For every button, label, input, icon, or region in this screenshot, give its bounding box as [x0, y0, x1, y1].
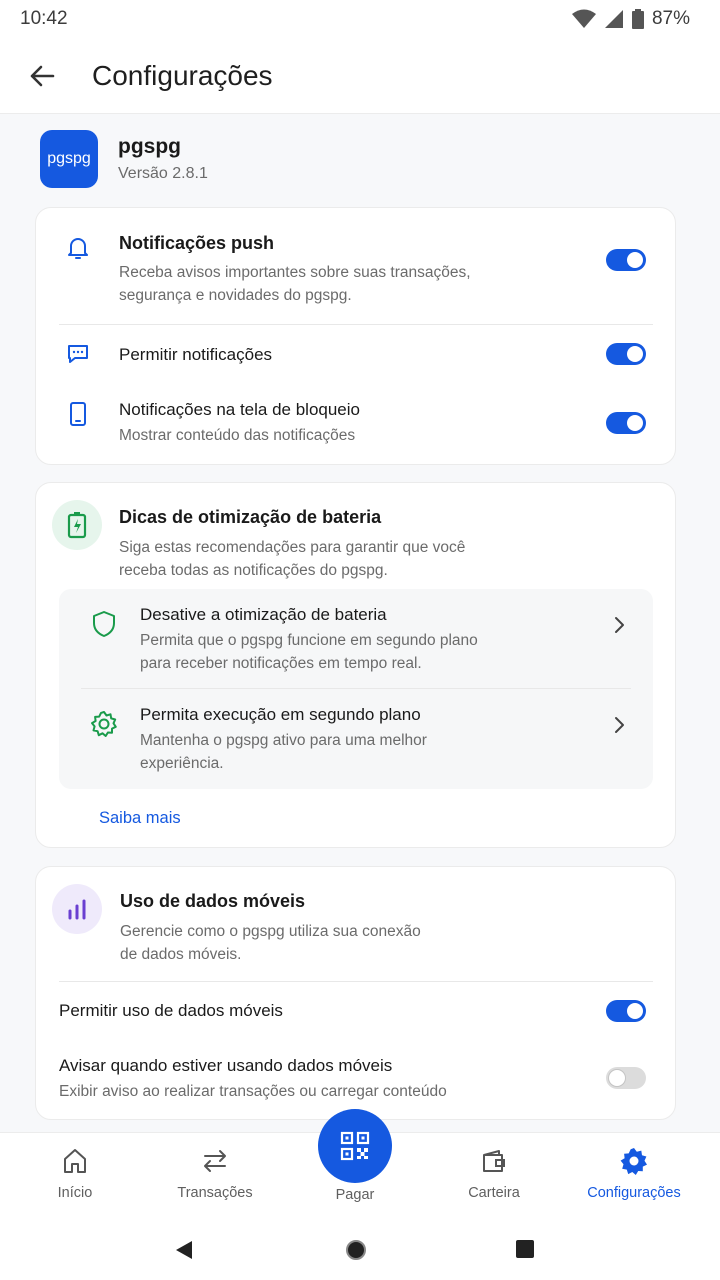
status-icons: 87% — [571, 8, 690, 30]
status-time: 10:42 — [20, 8, 68, 29]
mobile-data-title: Uso de dados móveis — [120, 891, 306, 911]
bar-chart-icon — [68, 899, 86, 920]
recents-square-icon[interactable] — [515, 1239, 535, 1259]
gear-icon — [89, 709, 119, 739]
divider — [59, 324, 653, 325]
wallet-icon — [483, 1150, 505, 1172]
tip-disable-optimization[interactable]: Desative a otimização de bateria Permita… — [59, 589, 653, 688]
back-button[interactable] — [12, 46, 72, 106]
notifications-card: Notificações push Receba avisos importan… — [35, 207, 676, 465]
learn-more-link[interactable]: Saiba mais — [99, 809, 181, 828]
lockscreen-notifications-title: Notificações na tela de bloqueio — [119, 400, 360, 419]
status-bar: 10:42 87% — [0, 0, 720, 38]
transfer-icon — [204, 1150, 226, 1172]
app-name: pgspg — [118, 135, 181, 158]
pay-button[interactable] — [318, 1109, 392, 1183]
mobile-data-warning-desc: Exibir aviso ao realizar transações ou c… — [59, 1083, 447, 1100]
battery-icon-badge — [52, 500, 102, 550]
gear-icon — [620, 1148, 647, 1175]
battery-charging-icon — [67, 512, 87, 539]
tip-title: Permita execução em segundo plano — [140, 705, 421, 724]
settings-content[interactable]: pgspg pgspg Versão 2.8.1 Notificações pu… — [0, 114, 720, 1132]
battery-tips-desc: Siga estas recomendações para garantir q… — [119, 539, 466, 579]
tip-background-execution[interactable]: Permita execução em segundo plano Manten… — [59, 689, 653, 789]
nav-label: Transações — [177, 1185, 253, 1201]
nav-label: Pagar — [335, 1187, 375, 1203]
mobile-data-desc: Gerencie como o pgspg utiliza sua conexã… — [120, 923, 421, 963]
chat-icon — [64, 340, 92, 368]
push-notifications-desc: Receba avisos importantes sobre suas tra… — [119, 264, 471, 304]
allow-notifications-title: Permitir notificações — [119, 345, 273, 364]
nav-home[interactable]: Início — [15, 1147, 135, 1201]
home-icon — [64, 1149, 86, 1173]
data-icon-badge — [52, 884, 102, 934]
tip-desc: Mantenha o pgspg ativo para uma melhor e… — [140, 732, 427, 772]
nav-label: Configurações — [587, 1185, 681, 1201]
mobile-data-warning-toggle[interactable] — [606, 1067, 646, 1089]
battery-level: 87% — [651, 8, 690, 29]
cell-signal-icon — [604, 10, 623, 28]
mobile-data-card: Uso de dados móveis Gerencie como o pgsp… — [35, 866, 676, 1120]
battery-tips-title: Dicas de otimização de bateria — [119, 507, 382, 527]
lockscreen-notifications-desc: Mostrar conteúdo das notificações — [119, 427, 356, 444]
phone-icon — [64, 400, 92, 428]
nav-settings[interactable]: Configurações — [574, 1147, 694, 1201]
mobile-data-warning-title: Avisar quando estiver usando dados móvei… — [59, 1056, 393, 1075]
divider — [59, 981, 653, 982]
push-notifications-title: Notificações push — [119, 233, 275, 253]
allow-mobile-data-title: Permitir uso de dados móveis — [59, 1001, 283, 1020]
chevron-right-icon — [607, 613, 631, 637]
nav-label: Carteira — [468, 1185, 520, 1201]
nav-label: Início — [57, 1185, 93, 1201]
qr-code-icon — [340, 1131, 370, 1161]
back-triangle-icon[interactable] — [174, 1239, 194, 1261]
lockscreen-notifications-toggle[interactable] — [606, 412, 646, 434]
system-nav-bar — [0, 1222, 720, 1280]
shield-icon — [89, 609, 119, 639]
wifi-icon — [571, 9, 596, 28]
nav-wallet[interactable]: Carteira — [434, 1147, 554, 1201]
tip-title: Desative a otimização de bateria — [140, 605, 387, 624]
nav-transactions[interactable]: Transações — [155, 1147, 275, 1201]
home-circle-icon[interactable] — [345, 1239, 367, 1261]
page-title: Configurações — [92, 59, 273, 91]
arrow-left-icon — [30, 65, 55, 86]
chevron-right-icon — [607, 713, 631, 737]
battery-tips-list: Desative a otimização de bateria Permita… — [59, 589, 653, 789]
app-version: Versão 2.8.1 — [118, 165, 208, 182]
bell-icon — [64, 234, 92, 262]
battery-tips-card: Dicas de otimização de bateria Siga esta… — [35, 482, 676, 848]
app-bar: Configurações — [0, 38, 720, 114]
tip-desc: Permita que o pgspg funcione em segundo … — [140, 632, 478, 672]
battery-icon — [631, 9, 644, 29]
app-info: pgspg pgspg Versão 2.8.1 — [40, 130, 208, 188]
bottom-nav: Início Transações Pagar Carteira Configu… — [0, 1109, 720, 1222]
allow-notifications-toggle[interactable] — [606, 343, 646, 365]
push-notifications-toggle[interactable] — [606, 249, 646, 271]
allow-mobile-data-toggle[interactable] — [606, 1000, 646, 1022]
app-logo: pgspg — [40, 130, 98, 188]
